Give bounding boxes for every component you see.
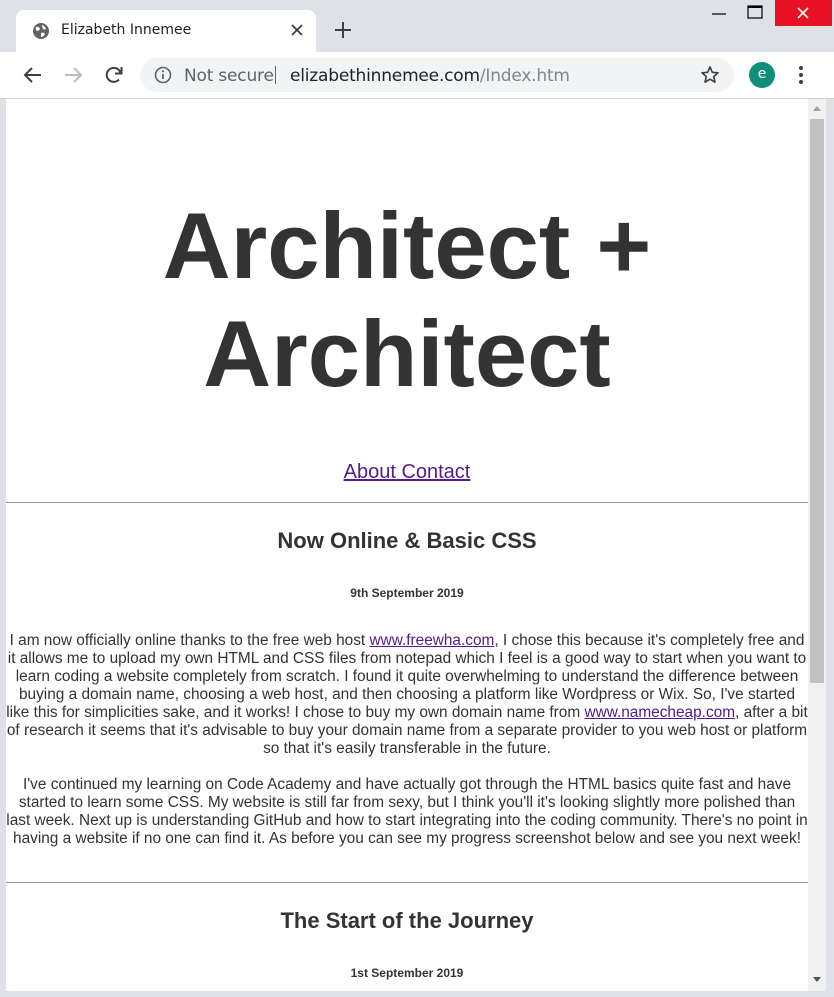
divider xyxy=(6,882,808,883)
post-paragraph: I am now officially online thanks to the… xyxy=(6,632,808,758)
page-viewport: Architect + Architect About Contact Now … xyxy=(6,99,808,991)
browser-tab[interactable]: Elizabeth Innemee xyxy=(16,10,316,52)
window-frame-right xyxy=(826,99,834,997)
post-date: 9th September 2019 xyxy=(350,586,464,600)
address-bar[interactable]: Not secure elizabethinnemee.com/Index.ht… xyxy=(140,58,734,92)
scrollbar-thumb[interactable] xyxy=(810,119,824,683)
post-body: I am now officially online thanks to the… xyxy=(6,632,808,866)
nav-link-about[interactable]: About xyxy=(344,461,396,483)
forward-arrow-icon[interactable] xyxy=(62,64,84,86)
site-title-line1: Architect + xyxy=(162,193,652,298)
close-tab-icon[interactable] xyxy=(290,23,304,37)
new-tab-icon[interactable] xyxy=(334,21,352,39)
window-frame-bottom xyxy=(0,991,834,997)
reload-icon[interactable] xyxy=(103,64,125,86)
url-text[interactable]: elizabethinnemee.com/Index.htm xyxy=(290,66,570,86)
bookmark-star-icon[interactable] xyxy=(700,65,720,85)
site-title: Architect + Architect xyxy=(6,192,808,408)
globe-icon xyxy=(33,23,49,39)
security-label: Not secure xyxy=(184,66,274,86)
link-freewha[interactable]: www.freewha.com xyxy=(369,632,494,649)
more-menu-icon[interactable] xyxy=(791,64,811,86)
minimize-icon[interactable] xyxy=(704,0,734,26)
divider xyxy=(6,502,808,503)
close-icon xyxy=(797,7,809,19)
post-date: 1st September 2019 xyxy=(350,966,464,980)
url-host: elizabethinnemee.com xyxy=(290,66,480,86)
post-title: The Start of the Journey xyxy=(280,908,534,933)
post-paragraph: I've continued my learning on Code Acade… xyxy=(6,776,808,847)
vertical-scrollbar[interactable] xyxy=(808,99,826,991)
browser-titlebar: Elizabeth Innemee xyxy=(0,0,834,52)
maximize-icon[interactable] xyxy=(740,0,770,26)
link-namecheap[interactable]: www.namecheap.com xyxy=(584,704,735,721)
tab-title: Elizabeth Innemee xyxy=(61,22,192,38)
site-title-line2: Architect xyxy=(203,301,611,406)
url-path: /Index.htm xyxy=(479,66,570,86)
browser-toolbar: Not secure elizabethinnemee.com/Index.ht… xyxy=(0,52,834,99)
scroll-down-arrow-icon[interactable] xyxy=(813,975,821,983)
address-separator xyxy=(275,66,276,84)
window-close-button[interactable] xyxy=(775,0,832,26)
nav-link-contact[interactable]: Contact xyxy=(401,461,470,483)
back-arrow-icon[interactable] xyxy=(22,64,44,86)
info-icon[interactable] xyxy=(154,66,172,84)
scroll-up-arrow-icon[interactable] xyxy=(813,105,821,113)
post-title: Now Online & Basic CSS xyxy=(277,528,537,553)
profile-avatar[interactable]: e xyxy=(749,62,775,88)
site-nav: About Contact xyxy=(6,461,808,484)
paragraph-text: I am now officially online thanks to the… xyxy=(9,632,370,649)
